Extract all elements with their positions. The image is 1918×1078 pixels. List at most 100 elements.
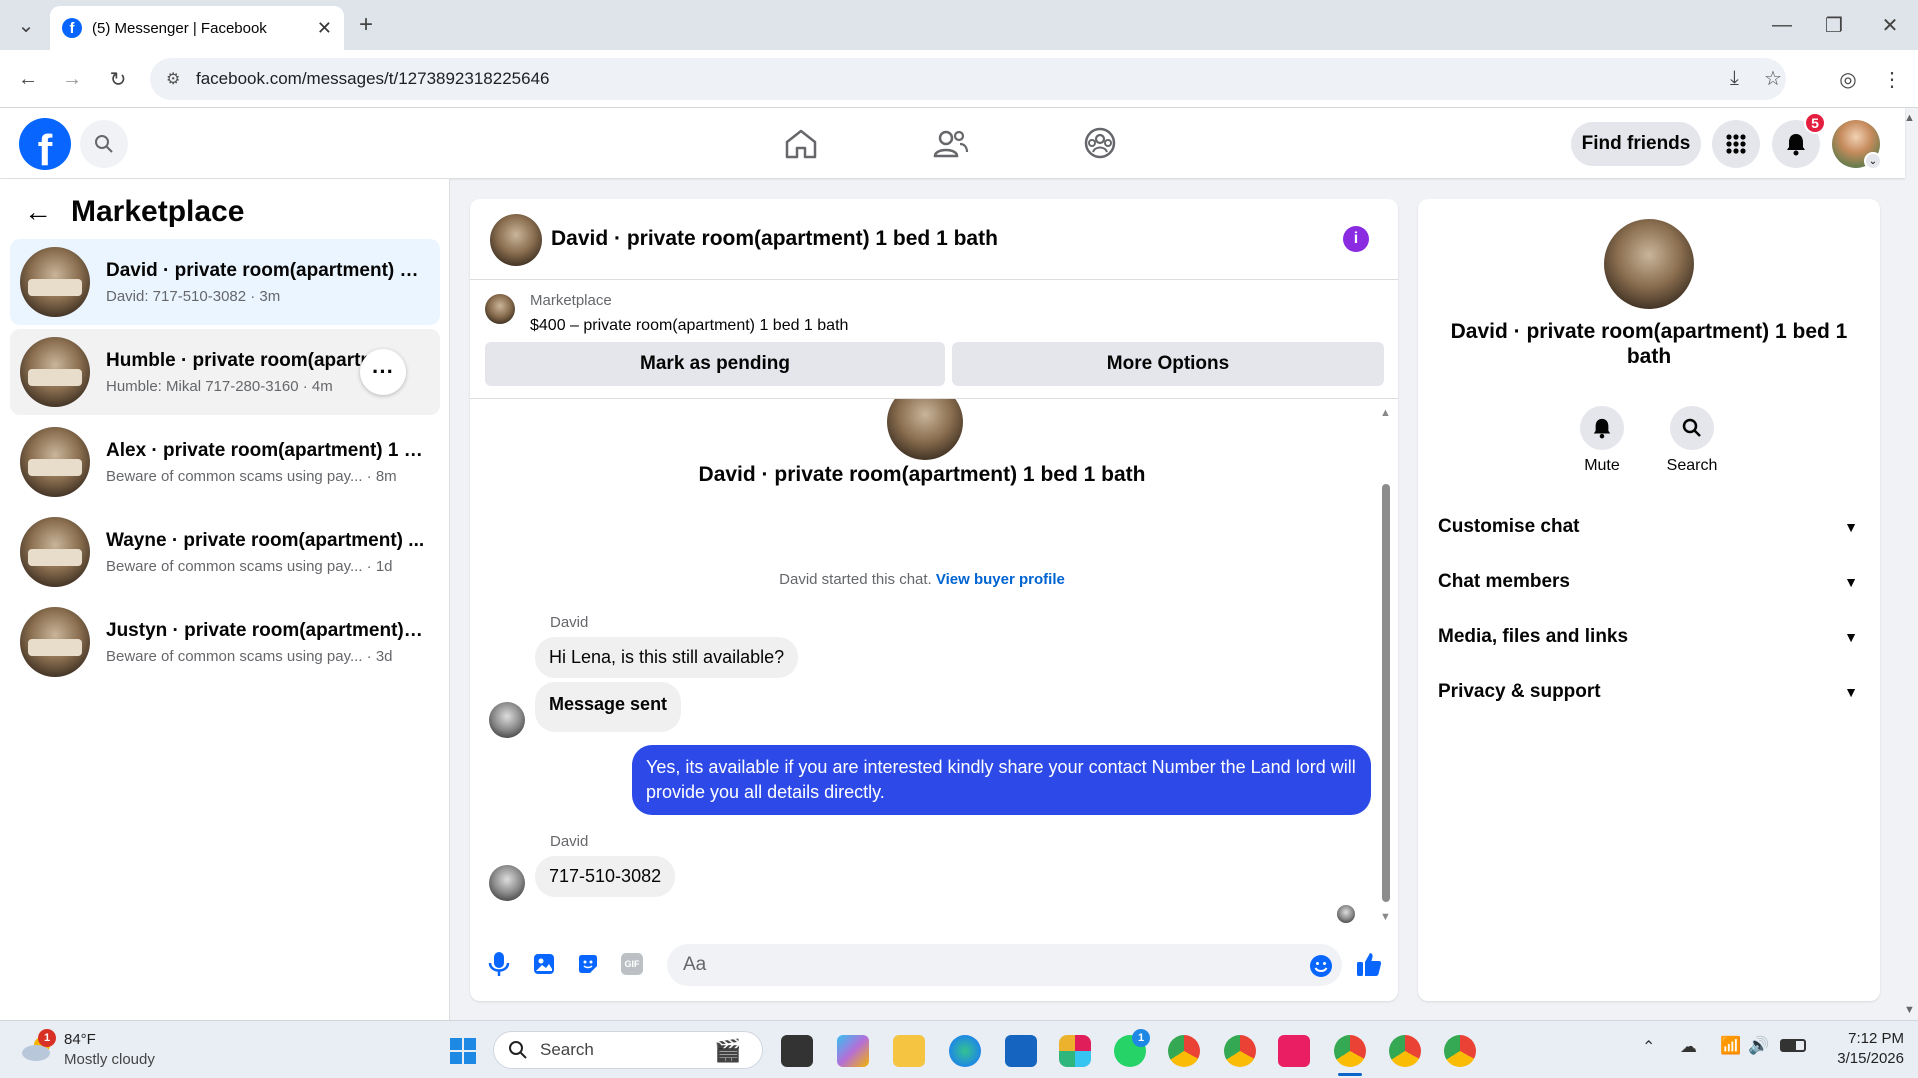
seen-avatar-icon (1337, 905, 1355, 923)
photo-icon[interactable] (532, 952, 556, 981)
home-icon[interactable] (783, 128, 819, 165)
listing-price-title[interactable]: $400 – private room(apartment) 1 bed 1 b… (530, 317, 848, 335)
listing-source: Marketplace (530, 292, 612, 309)
bookmark-star-icon[interactable]: ☆ (1764, 66, 1782, 91)
slack-icon[interactable] (1059, 1035, 1091, 1067)
microsoft-store-icon[interactable] (1005, 1035, 1037, 1067)
sender-name: David (550, 833, 589, 850)
m365-copilot-icon[interactable] (837, 1035, 869, 1067)
chrome-profile-2-icon[interactable] (1224, 1035, 1256, 1067)
sender-avatar[interactable] (489, 702, 525, 738)
message-bubble[interactable]: Message sent (535, 682, 682, 732)
mark-as-pending-button[interactable]: Mark as pending (485, 342, 945, 386)
minimize-icon[interactable]: — (1766, 9, 1798, 41)
volume-icon[interactable]: 🔊 (1748, 1036, 1769, 1056)
weather-description: Mostly cloudy (64, 1051, 155, 1068)
friends-icon[interactable] (933, 128, 969, 165)
battery-icon[interactable] (1780, 1039, 1806, 1052)
taskbar-search-box[interactable]: Search 🎬 (493, 1031, 763, 1069)
chat-header-avatar[interactable] (490, 214, 542, 266)
back-arrow-icon[interactable]: ← (24, 196, 52, 228)
restore-icon[interactable]: ❐ (1818, 9, 1850, 41)
profile-icon[interactable]: ◎ (1832, 63, 1864, 95)
conversation-item[interactable]: Humble · private room(apartm... Humble: M… (10, 329, 440, 415)
emoji-icon[interactable] (1309, 954, 1333, 983)
forward-icon[interactable]: → (56, 63, 88, 95)
customise-chat-section[interactable]: Customise chat ▼ (1438, 507, 1858, 547)
task-view-icon[interactable] (781, 1035, 813, 1067)
divider (470, 398, 1398, 399)
scroll-up-icon[interactable]: ▲ (1380, 407, 1391, 419)
message-bubble[interactable]: 717-510-3082 (535, 856, 676, 897)
windows-start-icon[interactable] (447, 1035, 479, 1067)
groups-icon[interactable] (1083, 126, 1117, 165)
view-buyer-profile-link[interactable]: View buyer profile (936, 571, 1065, 588)
message-bubble[interactable]: Hi Lena, is this still available? (535, 637, 799, 678)
address-bar[interactable]: ⚙ facebook.com/messages/t/12738923182256… (150, 58, 1786, 100)
close-window-icon[interactable]: ✕ (1874, 9, 1906, 41)
page-scroll-up-icon[interactable]: ▲ (1904, 112, 1915, 124)
search-icon[interactable] (80, 120, 128, 168)
taskbar-search-icon (509, 1041, 527, 1059)
file-explorer-icon[interactable] (893, 1035, 925, 1067)
whatsapp-badge: 1 (1132, 1029, 1150, 1047)
reload-icon[interactable]: ↻ (102, 63, 134, 95)
back-icon[interactable]: ← (12, 63, 44, 95)
conversation-title: Justyn · private room(apartment) 1... (106, 619, 426, 641)
divider (470, 279, 1398, 280)
page-scroll-down-icon[interactable]: ▼ (1904, 1004, 1915, 1016)
scroll-down-icon[interactable]: ▼ (1380, 911, 1391, 923)
conversation-item[interactable]: Alex · private room(apartment) 1 b... Bew… (10, 419, 440, 505)
network-status-icon[interactable]: ☁ (1680, 1037, 1697, 1057)
more-options-icon[interactable]: ··· (360, 349, 406, 395)
facebook-logo-icon[interactable]: f (19, 118, 71, 170)
section-label: Chat members (1438, 571, 1570, 592)
search-highlight-icon: 🎬 (714, 1038, 742, 1063)
conversation-item[interactable]: Wayne · private room(apartment) ... Bewar… (10, 509, 440, 595)
info-title: David · private room(apartment) 1 bed 1 … (1450, 320, 1848, 368)
message-input[interactable]: Aa (667, 944, 1342, 986)
new-tab-icon[interactable]: + (350, 9, 382, 41)
snipping-tool-icon[interactable] (1278, 1035, 1310, 1067)
menu-grid-icon[interactable] (1712, 120, 1760, 168)
thumbs-up-icon[interactable] (1355, 950, 1383, 983)
browser-menu-icon[interactable]: ⋮ (1876, 63, 1908, 95)
info-icon[interactable]: i (1343, 226, 1369, 252)
show-hidden-icons-chevron-icon[interactable]: ⌃ (1642, 1037, 1655, 1057)
sender-avatar[interactable] (489, 865, 525, 901)
mute-bell-icon[interactable] (1580, 406, 1624, 450)
facebook-favicon-icon: f (62, 18, 82, 38)
search-conversation-icon[interactable] (1670, 406, 1714, 450)
find-friends-button[interactable]: Find friends (1571, 122, 1701, 166)
microphone-icon[interactable] (488, 951, 510, 982)
conversation-item[interactable]: Justyn · private room(apartment) 1... Bew… (10, 599, 440, 685)
tab-search-chevron-icon[interactable]: ⌄ (10, 9, 42, 41)
clock-date[interactable]: 3/15/2026 (1824, 1050, 1904, 1067)
browser-tab[interactable]: f (5) Messenger | Facebook ✕ (50, 6, 344, 50)
install-app-icon[interactable]: ⤓ (1730, 67, 1739, 90)
account-chevron-icon[interactable]: ⌄ (1864, 152, 1882, 170)
chrome-profile-1-icon[interactable] (1168, 1035, 1200, 1067)
chrome-profile-3-icon[interactable] (1334, 1035, 1366, 1067)
info-avatar[interactable] (1604, 219, 1694, 309)
more-options-button[interactable]: More Options (952, 342, 1384, 386)
sticker-icon[interactable] (576, 952, 600, 981)
privacy-support-section[interactable]: Privacy & support ▼ (1438, 672, 1858, 712)
edge-browser-icon[interactable] (949, 1035, 981, 1067)
site-info-icon[interactable]: ⚙ (166, 69, 180, 89)
chrome-profile-4-icon[interactable] (1389, 1035, 1421, 1067)
listing-avatar (20, 337, 90, 407)
chrome-profile-5-icon[interactable] (1444, 1035, 1476, 1067)
close-tab-icon[interactable]: ✕ (317, 18, 332, 39)
gif-icon[interactable]: GIF (621, 953, 643, 975)
scrollbar-thumb[interactable] (1382, 484, 1390, 902)
message-bubble-outgoing[interactable]: Yes, its available if you are interested… (632, 745, 1371, 815)
clock-time[interactable]: 7:12 PM (1824, 1030, 1904, 1047)
chat-members-section[interactable]: Chat members ▼ (1438, 562, 1858, 602)
wifi-icon[interactable]: 📶 (1720, 1036, 1741, 1056)
conversation-preview: David: 717-510-3082 · 3m (106, 287, 281, 305)
section-label: Media, files and links (1438, 626, 1629, 647)
conversation-item[interactable]: David · private room(apartment) 1 ... Dav… (10, 239, 440, 325)
media-files-links-section[interactable]: Media, files and links ▼ (1438, 617, 1858, 657)
chat-header-title[interactable]: David · private room(apartment) 1 bed 1 … (551, 227, 998, 251)
